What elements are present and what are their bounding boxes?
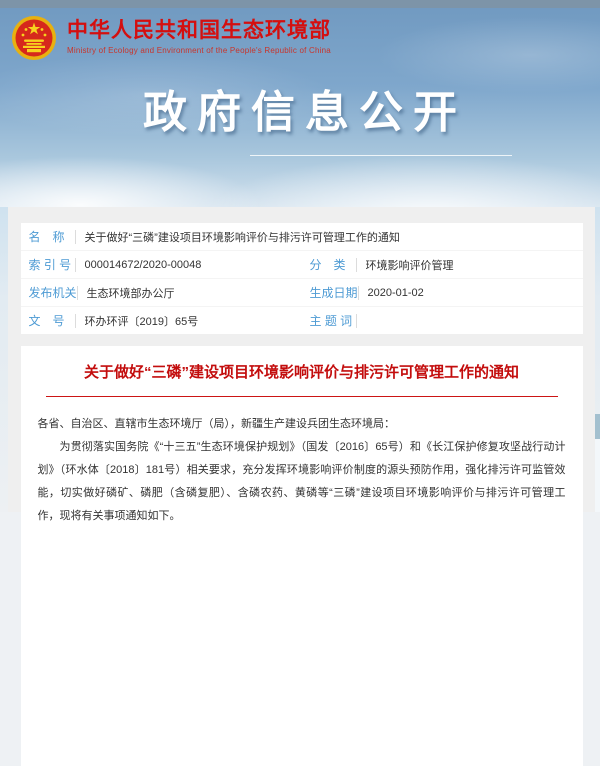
meta-cell: 发布机关 生态环境部办公厅 bbox=[21, 279, 302, 306]
meta-cell: 分 类 环境影响评价管理 bbox=[302, 251, 583, 278]
meta-label-index-number: 索 引 号 bbox=[29, 256, 75, 273]
meta-separator bbox=[75, 314, 76, 328]
meta-row-issuer: 发布机关 生态环境部办公厅 生成日期 2020-01-02 bbox=[21, 279, 583, 307]
meta-cell: 文 号 环办环评〔2019〕65号 bbox=[21, 307, 302, 334]
meta-label-issuing-agency: 发布机关 bbox=[29, 284, 77, 301]
meta-label-name: 名 称 bbox=[29, 228, 75, 245]
meta-value-index-number: 000014672/2020-00048 bbox=[85, 259, 202, 271]
meta-separator bbox=[75, 258, 76, 272]
meta-separator bbox=[356, 314, 357, 328]
national-emblem-icon bbox=[10, 14, 58, 62]
page-title: 政府信息公开 bbox=[0, 76, 600, 140]
meta-separator bbox=[75, 230, 76, 244]
sky-banner: 中华人民共和国生态环境部 Ministry of Ecology and Env… bbox=[0, 0, 600, 207]
meta-row-docnumber: 文 号 环办环评〔2019〕65号 主 题 词 bbox=[21, 307, 583, 334]
meta-value-issue-date: 2020-01-02 bbox=[368, 287, 424, 299]
document-card: 关于做好“三磷”建设项目环境影响评价与排污许可管理工作的通知 各省、自治区、直辖… bbox=[21, 346, 583, 766]
meta-cell: 生成日期 2020-01-02 bbox=[302, 279, 583, 306]
scrollbar-thumb[interactable] bbox=[595, 414, 600, 439]
ministry-title-block: 中华人民共和国生态环境部 Ministry of Ecology and Env… bbox=[67, 14, 331, 55]
document-paragraph: 为贯彻落实国务院《“十三五”生态环境保护规划》（国发〔2016〕65号）和《长江… bbox=[38, 436, 566, 528]
scrollbar-track[interactable] bbox=[595, 414, 600, 512]
banner-underline bbox=[250, 155, 512, 156]
meta-value-name: 关于做好“三磷”建设项目环境影响评价与排污许可管理工作的通知 bbox=[85, 229, 400, 245]
content-panel: 名 称 关于做好“三磷”建设项目环境影响评价与排污许可管理工作的通知 索 引 号… bbox=[8, 207, 595, 512]
meta-row-index: 索 引 号 000014672/2020-00048 分 类 环境影响评价管理 bbox=[21, 251, 583, 279]
top-strip bbox=[0, 0, 600, 8]
ministry-logo-link[interactable]: 中华人民共和国生态环境部 Ministry of Ecology and Env… bbox=[10, 14, 331, 62]
meta-cell: 名 称 关于做好“三磷”建设项目环境影响评价与排污许可管理工作的通知 bbox=[21, 223, 583, 250]
meta-value-category: 环境影响评价管理 bbox=[366, 257, 454, 273]
meta-row-name: 名 称 关于做好“三磷”建设项目环境影响评价与排污许可管理工作的通知 bbox=[21, 223, 583, 251]
meta-label-subject-words: 主 题 词 bbox=[310, 312, 356, 329]
title-divider bbox=[46, 396, 558, 397]
document-body: 各省、自治区、直辖市生态环境厅（局），新疆生产建设兵团生态环境局： 为贯彻落实国… bbox=[38, 413, 566, 528]
meta-cell: 主 题 词 bbox=[302, 307, 583, 334]
document-title: 关于做好“三磷”建设项目环境影响评价与排污许可管理工作的通知 bbox=[76, 360, 528, 386]
meta-label-document-number: 文 号 bbox=[29, 312, 75, 329]
ministry-name-en: Ministry of Ecology and Environment of t… bbox=[67, 46, 331, 55]
meta-separator bbox=[356, 258, 357, 272]
meta-separator bbox=[358, 286, 359, 300]
meta-label-category: 分 类 bbox=[310, 256, 356, 273]
content-area: 名 称 关于做好“三磷”建设项目环境影响评价与排污许可管理工作的通知 索 引 号… bbox=[0, 207, 600, 512]
document-salutation: 各省、自治区、直辖市生态环境厅（局），新疆生产建设兵团生态环境局： bbox=[38, 413, 566, 436]
meta-value-document-number: 环办环评〔2019〕65号 bbox=[85, 313, 199, 329]
ministry-name-cn: 中华人民共和国生态环境部 bbox=[67, 19, 331, 43]
meta-cell: 索 引 号 000014672/2020-00048 bbox=[21, 251, 302, 278]
metadata-card: 名 称 关于做好“三磷”建设项目环境影响评价与排污许可管理工作的通知 索 引 号… bbox=[21, 223, 583, 334]
meta-value-issuing-agency: 生态环境部办公厅 bbox=[87, 285, 175, 301]
meta-separator bbox=[77, 286, 78, 300]
meta-label-issue-date: 生成日期 bbox=[310, 284, 358, 301]
